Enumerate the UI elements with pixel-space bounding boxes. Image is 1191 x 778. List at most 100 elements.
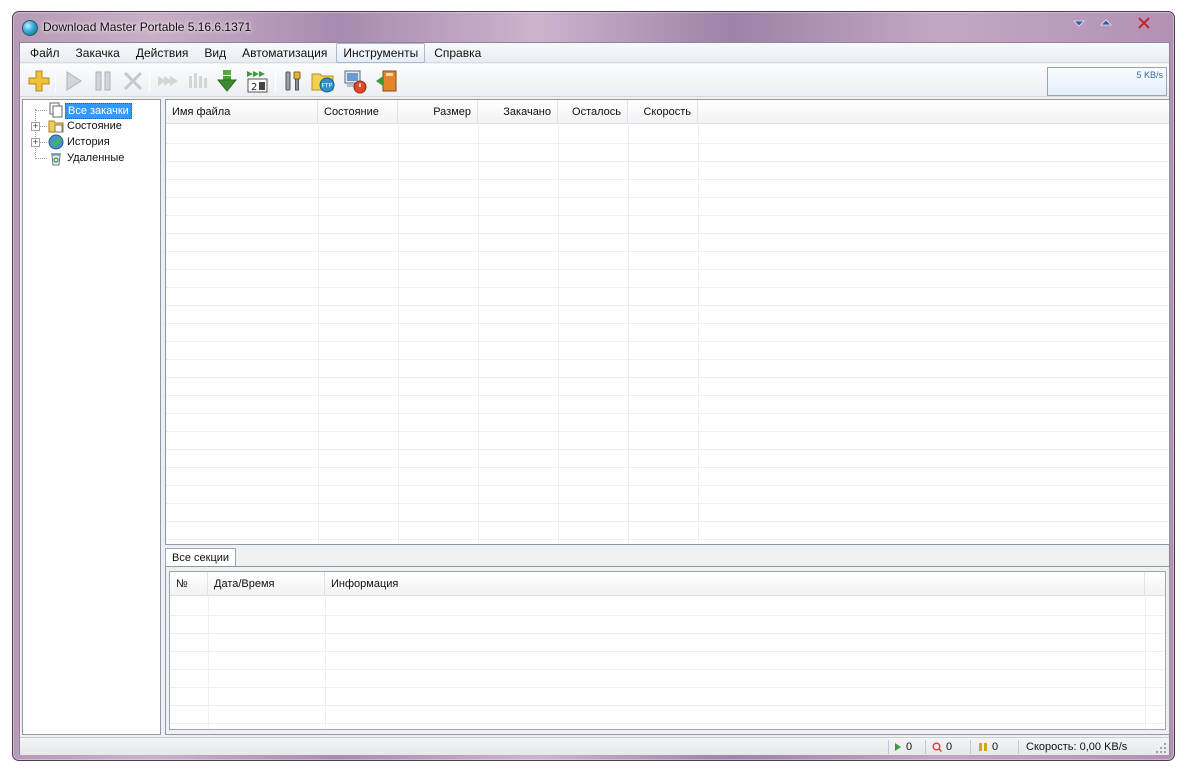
expand-toggle[interactable]: + bbox=[31, 122, 40, 131]
empty-row-line bbox=[166, 377, 1169, 378]
status-bar: 0 0 0 Скорость: 0,00 KB/s bbox=[20, 737, 1169, 755]
tools-icon bbox=[285, 71, 301, 91]
play-icon bbox=[66, 71, 82, 91]
empty-row-line bbox=[170, 651, 1165, 652]
empty-row-line bbox=[166, 395, 1169, 396]
speed-graph-label: 5 KB/s bbox=[1136, 70, 1163, 80]
column-line bbox=[208, 597, 209, 729]
shutdown-button[interactable] bbox=[342, 68, 368, 94]
empty-row-line bbox=[166, 251, 1169, 252]
menu-download[interactable]: Закачка bbox=[69, 43, 127, 63]
menu-automation[interactable]: Автоматизация bbox=[235, 43, 334, 63]
download-button[interactable] bbox=[214, 68, 240, 94]
settings-button[interactable] bbox=[280, 68, 306, 94]
speed-graph[interactable]: 5 KB/s bbox=[1047, 67, 1167, 96]
x-icon bbox=[123, 71, 143, 91]
window-title: Download Master Portable 5.16.6.1371 bbox=[43, 20, 252, 34]
add-download-button[interactable] bbox=[26, 68, 52, 94]
history-check-icon bbox=[48, 134, 64, 150]
status-separator bbox=[1018, 740, 1019, 754]
empty-row-line bbox=[166, 413, 1169, 414]
start-all-button[interactable] bbox=[154, 68, 180, 94]
ftp-folder-icon: FTP bbox=[311, 73, 335, 93]
empty-row-line bbox=[166, 539, 1169, 540]
maximize-button[interactable] bbox=[1096, 15, 1116, 31]
log-table[interactable]: № Дата/Время Информация bbox=[169, 571, 1166, 730]
status-speed: Скорость: 0,00 KB/s bbox=[1026, 740, 1127, 754]
toolbar: 2 FTP 5 KB/s bbox=[20, 64, 1169, 97]
column-header-speed[interactable]: Скорость bbox=[628, 100, 698, 124]
tree-item-status[interactable]: + Состояние bbox=[23, 118, 160, 134]
column-header-downloaded[interactable]: Закачано bbox=[478, 100, 558, 124]
exit-button[interactable] bbox=[374, 68, 400, 94]
pause-all-button[interactable] bbox=[184, 68, 210, 94]
ftp-explorer-button[interactable]: FTP bbox=[310, 68, 336, 94]
menu-view[interactable]: Вид bbox=[197, 43, 233, 63]
column-header-number[interactable]: № bbox=[170, 572, 208, 596]
tree-guide-line bbox=[35, 110, 47, 111]
menu-help[interactable]: Справка bbox=[427, 43, 488, 63]
empty-row-line bbox=[170, 633, 1165, 634]
empty-row-line bbox=[166, 359, 1169, 360]
start-button[interactable] bbox=[60, 68, 86, 94]
toolbar-separator bbox=[55, 70, 56, 92]
empty-row-line bbox=[166, 161, 1169, 162]
tree-guide-line bbox=[35, 158, 47, 159]
chevron-up-icon bbox=[1100, 19, 1112, 26]
tree-item-deleted[interactable]: Удаленные bbox=[23, 150, 160, 166]
chevron-down-icon bbox=[1073, 20, 1085, 27]
tree-item-history[interactable]: + История bbox=[23, 134, 160, 150]
empty-row-line bbox=[166, 305, 1169, 306]
client-area: Файл Закачка Действия Вид Автоматизация … bbox=[19, 42, 1170, 755]
status-speed-text: Скорость: 0,00 KB/s bbox=[1026, 741, 1128, 753]
green-down-arrow-icon bbox=[216, 70, 238, 92]
tab-all-sections[interactable]: Все секции bbox=[165, 548, 237, 567]
menu-tools[interactable]: Инструменты bbox=[336, 42, 426, 63]
pause-all-icon bbox=[189, 73, 207, 88]
scheduler-icon: 2 bbox=[247, 71, 268, 93]
expand-toggle[interactable]: + bbox=[31, 138, 40, 147]
column-header-remaining[interactable]: Осталось bbox=[558, 100, 628, 124]
downloads-table-body[interactable] bbox=[166, 125, 1169, 544]
downloads-table[interactable]: Имя файла Состояние Размер Закачано Оста… bbox=[165, 99, 1170, 545]
minimize-button[interactable] bbox=[1069, 15, 1089, 31]
downloads-table-header: Имя файла Состояние Размер Закачано Оста… bbox=[166, 100, 1169, 124]
active-count-value: 0 bbox=[906, 741, 913, 753]
recycle-bin-icon bbox=[51, 153, 61, 166]
category-tree: Все закачки + Состояние + История Удален… bbox=[22, 99, 161, 735]
close-button[interactable] bbox=[1134, 15, 1154, 31]
empty-row-line bbox=[166, 323, 1169, 324]
empty-row-line bbox=[166, 485, 1169, 486]
plus-icon bbox=[28, 70, 50, 92]
log-table-body[interactable] bbox=[170, 597, 1165, 729]
menu-actions[interactable]: Действия bbox=[129, 43, 196, 63]
empty-row-line bbox=[166, 503, 1169, 504]
menu-file[interactable]: Файл bbox=[23, 43, 67, 63]
column-header-size[interactable]: Размер bbox=[398, 100, 478, 124]
tree-item-all-downloads[interactable]: Все закачки bbox=[23, 102, 160, 119]
tree-item-label: Все закачки bbox=[65, 103, 132, 119]
column-line bbox=[398, 125, 399, 544]
resize-grip-icon[interactable] bbox=[1155, 742, 1167, 754]
empty-row-line bbox=[166, 287, 1169, 288]
empty-row-line bbox=[166, 197, 1169, 198]
scheduler-button[interactable]: 2 bbox=[244, 68, 270, 94]
app-window: Download Master Portable 5.16.6.1371 Фай… bbox=[12, 11, 1175, 761]
delete-button[interactable] bbox=[120, 68, 146, 94]
tree-guide-line bbox=[40, 142, 47, 143]
empty-row-line bbox=[170, 687, 1165, 688]
log-tab-strip: Все секции bbox=[165, 547, 1170, 567]
tree-item-label: Удаленные bbox=[67, 152, 125, 164]
column-header-filename[interactable]: Имя файла bbox=[166, 100, 318, 124]
status-active-count: 0 bbox=[894, 740, 912, 754]
empty-row-line bbox=[166, 215, 1169, 216]
column-header-status[interactable]: Состояние bbox=[318, 100, 398, 124]
title-bar[interactable]: Download Master Portable 5.16.6.1371 bbox=[13, 12, 1174, 42]
empty-row-line bbox=[166, 449, 1169, 450]
column-line bbox=[325, 597, 326, 729]
column-header-info[interactable]: Информация bbox=[325, 572, 1145, 596]
column-header-datetime[interactable]: Дата/Время bbox=[208, 572, 325, 596]
pause-button[interactable] bbox=[90, 68, 116, 94]
paused-count-value: 0 bbox=[992, 741, 999, 753]
empty-row-line bbox=[170, 705, 1165, 706]
